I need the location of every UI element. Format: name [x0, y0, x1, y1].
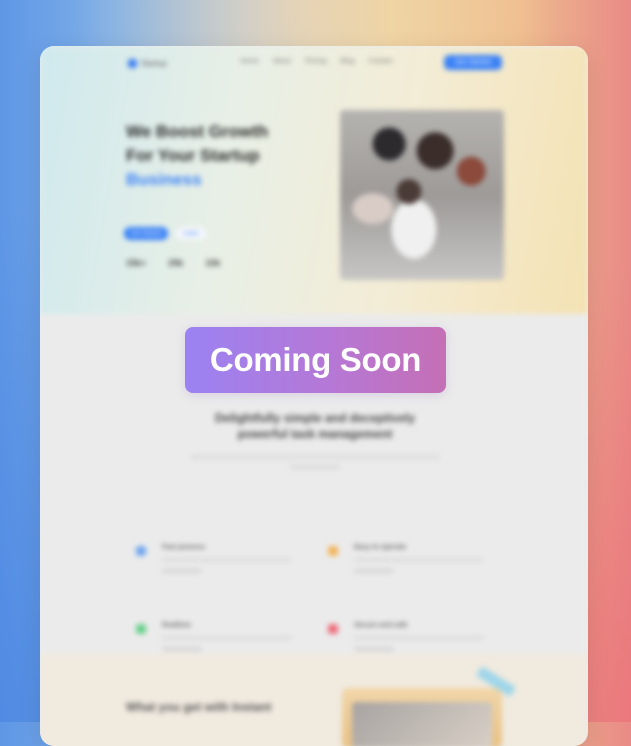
- feature-link-placeholder: [162, 647, 202, 651]
- feature-icon: [328, 546, 338, 556]
- feature-link-placeholder: [162, 569, 202, 573]
- hero-stats: 15k+ 25k 10k: [126, 258, 220, 268]
- logo-icon: [128, 58, 137, 68]
- feature-card: Fast process: [136, 540, 326, 596]
- feature-icon: [136, 546, 146, 556]
- feature-desc-placeholder: [162, 636, 292, 640]
- hero-title-accent: Business: [126, 170, 202, 189]
- nav-link-pricing[interactable]: Pricing: [305, 58, 326, 65]
- feature-desc-placeholder: [354, 558, 484, 562]
- bottom-image: [342, 688, 502, 746]
- stat-item: 15k+: [126, 258, 146, 268]
- nav-link-blog[interactable]: Blog: [340, 58, 354, 65]
- coming-soon-badge: Coming Soon: [185, 327, 446, 393]
- hero-title-line2: For Your Startup: [126, 146, 260, 165]
- blurred-preview: Startup Home About Pricing Blog Contact …: [40, 46, 588, 746]
- features-title: Delightfully simple and deceptively powe…: [214, 411, 416, 441]
- stat-value: 25k: [168, 258, 184, 268]
- nav-link-home[interactable]: Home: [240, 58, 259, 65]
- hero-section: Startup Home About Pricing Blog Contact …: [40, 46, 588, 314]
- hero-secondary-button[interactable]: Learn: [176, 227, 206, 240]
- feature-title: Fast process: [162, 544, 206, 551]
- hero-primary-button[interactable]: Get Started: [124, 227, 168, 240]
- hero-team-photo: [340, 110, 504, 280]
- stat-value: 15k+: [126, 258, 147, 268]
- bottom-title: What you get with Instant: [126, 700, 272, 714]
- hero-title: We Boost Growth For Your Startup Busines…: [126, 120, 326, 192]
- feature-title: Secure and safe: [354, 622, 408, 629]
- feature-icon: [328, 624, 338, 634]
- nav-cta-button[interactable]: Get Started: [444, 55, 502, 70]
- features-subtitle-placeholder: [190, 454, 440, 460]
- website-preview-frame: Startup Home About Pricing Blog Contact …: [40, 46, 588, 746]
- feature-icon: [136, 624, 146, 634]
- feature-link-placeholder: [354, 647, 394, 651]
- feature-title: Easy to operate: [354, 544, 407, 551]
- bottom-image-inner: [352, 702, 492, 746]
- logo-text: Startup: [141, 58, 167, 68]
- nav-logo[interactable]: Startup: [128, 58, 172, 68]
- stat-item: 25k: [168, 258, 183, 268]
- feature-link-placeholder: [354, 569, 394, 573]
- bottom-section: What you get with Instant: [40, 654, 588, 746]
- stat-item: 10k: [205, 258, 220, 268]
- feature-card: Easy to operate: [328, 540, 518, 596]
- feature-title: Realtime: [162, 622, 192, 629]
- feature-desc-placeholder: [354, 636, 484, 640]
- nav-link-contact[interactable]: Contact: [368, 58, 392, 65]
- stat-value: 10k: [205, 258, 221, 268]
- feature-desc-placeholder: [162, 558, 292, 562]
- features-subtitle-placeholder: [290, 465, 340, 469]
- nav-link-about[interactable]: About: [273, 58, 291, 65]
- hero-title-line1: We Boost Growth: [126, 122, 269, 141]
- nav-links: Home About Pricing Blog Contact: [240, 58, 393, 65]
